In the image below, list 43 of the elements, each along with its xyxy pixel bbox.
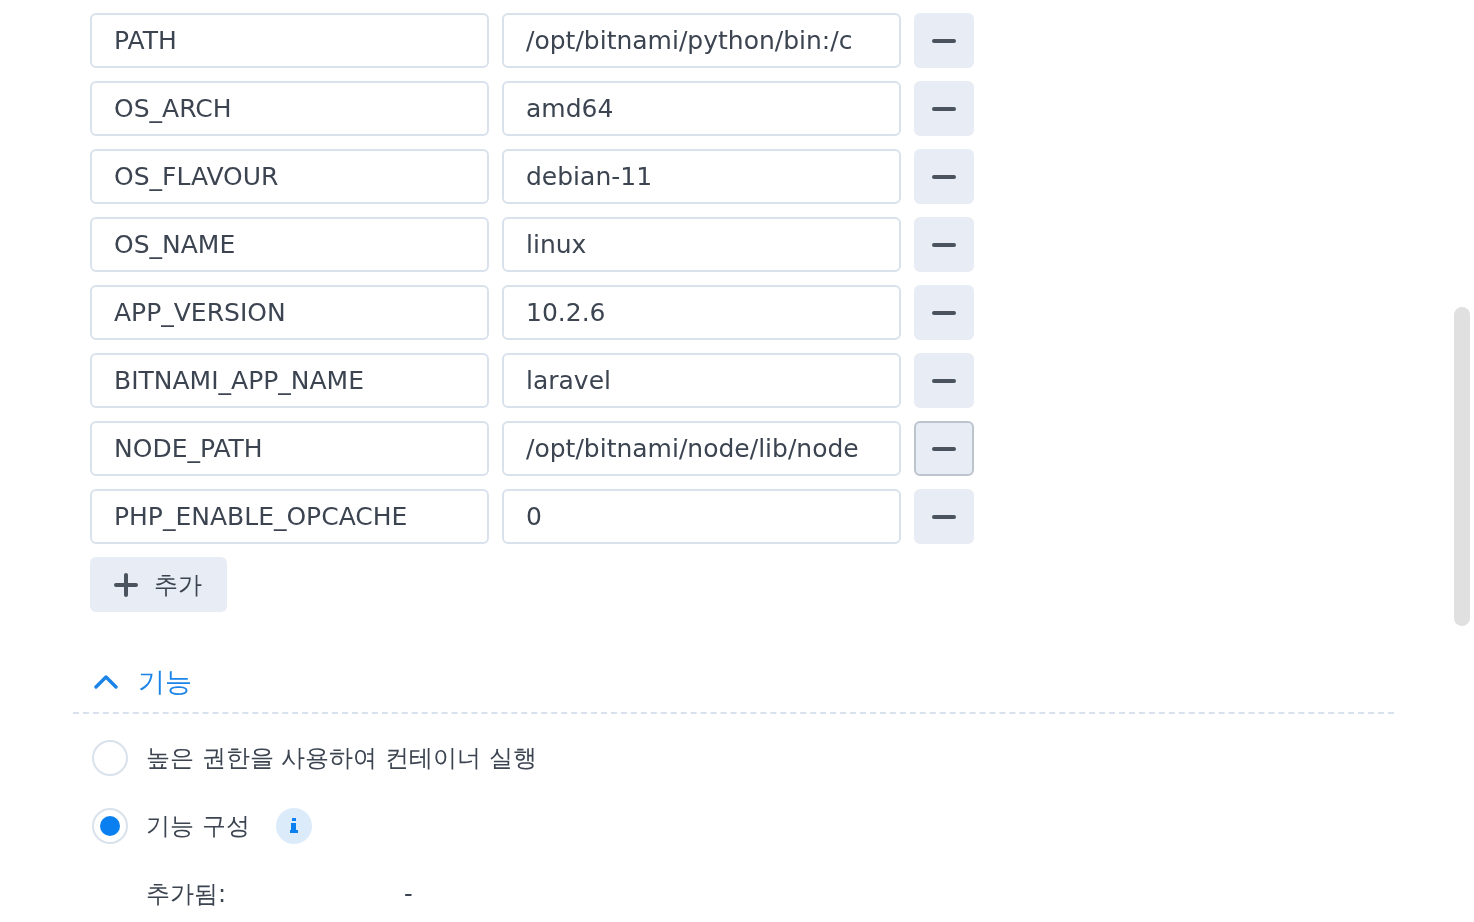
remove-button[interactable] (914, 285, 974, 340)
name-field[interactable]: OS_FLAVOUR (90, 149, 489, 204)
value-field[interactable]: 10.2.6 (502, 285, 901, 340)
value-field[interactable]: /opt/bitnami/node/lib/node (502, 421, 901, 476)
name-field[interactable]: PATH (90, 13, 489, 68)
remove-button[interactable] (914, 217, 974, 272)
value-field[interactable]: linux (502, 217, 901, 272)
name-field[interactable]: PHP_ENABLE_OPCACHE (90, 489, 489, 544)
plus-icon (114, 572, 138, 597)
value-field[interactable]: /opt/bitnami/python/bin:/c (502, 13, 901, 68)
value-field[interactable]: 0 (502, 489, 901, 544)
detail-value: - (404, 880, 413, 908)
add-button[interactable]: 추가 (90, 557, 227, 612)
minus-icon (932, 242, 956, 247)
remove-button[interactable] (914, 13, 974, 68)
minus-icon (932, 310, 956, 315)
name-field[interactable]: OS_ARCH (90, 81, 489, 136)
name-field[interactable]: NODE_PATH (90, 421, 489, 476)
radio-button[interactable] (92, 740, 128, 776)
value-field[interactable]: debian-11 (502, 149, 901, 204)
option-label: 높은 권한을 사용하여 컨테이너 실행 (146, 743, 537, 774)
name-field[interactable]: OS_NAME (90, 217, 489, 272)
radio-button[interactable] (92, 808, 128, 844)
value-field[interactable]: laravel (502, 353, 901, 408)
minus-icon (932, 106, 956, 111)
remove-button[interactable] (914, 421, 974, 476)
value-field[interactable]: amd64 (502, 81, 901, 136)
option-label: 기능 구성 (146, 811, 250, 842)
scrollbar-thumb[interactable] (1454, 307, 1470, 626)
minus-icon (932, 174, 956, 179)
info-icon[interactable] (275, 808, 312, 844)
remove-button[interactable] (914, 81, 974, 136)
remove-button[interactable] (914, 489, 974, 544)
section-toggle[interactable]: 기능 (94, 662, 192, 702)
name-field[interactable]: APP_VERSION (90, 285, 489, 340)
minus-icon (932, 38, 956, 43)
detail-label: 추가됨: (146, 879, 228, 910)
remove-button[interactable] (914, 353, 974, 408)
minus-icon (932, 446, 956, 451)
minus-icon (932, 514, 956, 519)
minus-icon (932, 378, 956, 383)
remove-button[interactable] (914, 149, 974, 204)
name-field[interactable]: BITNAMI_APP_NAME (90, 353, 489, 408)
